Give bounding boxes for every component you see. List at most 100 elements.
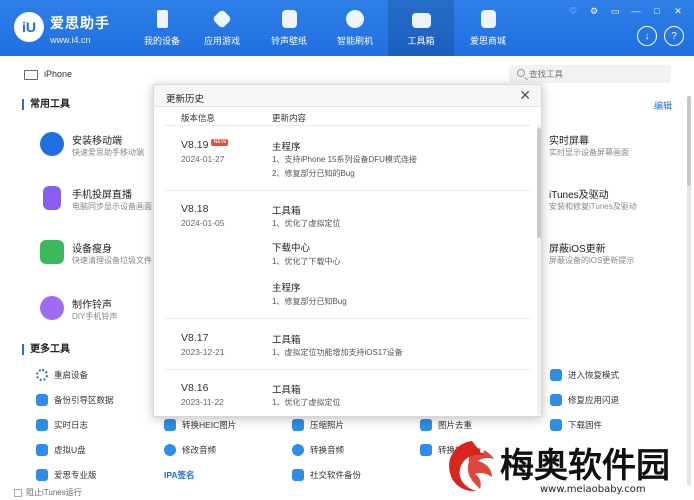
entry-version: V8.17 xyxy=(181,332,209,344)
music-file-icon xyxy=(281,10,297,28)
dialog-header: 更新历史 ✕ xyxy=(154,85,541,107)
more-tool-ipa-sign[interactable]: IPA签名 xyxy=(164,468,284,482)
nav-label: 应用游戏 xyxy=(203,36,240,46)
dragon-logo-icon xyxy=(449,441,494,492)
group-title: 工具箱 xyxy=(272,335,301,346)
nav-my-device[interactable]: 我的设备 xyxy=(129,0,195,56)
favorite-icon[interactable]: ♡ xyxy=(567,6,579,17)
app-logo-icon: iU xyxy=(14,12,44,42)
nav-label: 工具箱 xyxy=(407,36,435,46)
group-item: 2、修复部分已知的Bug xyxy=(272,169,355,178)
checkbox-label: 阻止iTunes运行 xyxy=(26,488,82,497)
more-tool-compress-photo[interactable]: 压缩照片 xyxy=(292,418,412,432)
group-item: 1、虚拟定位功能增加支持iOS17设备 xyxy=(272,348,403,357)
tool-desc: 屏蔽设备的iOS更新提示 xyxy=(549,256,635,265)
group-item: 1、优化了虚拟定位 xyxy=(272,398,341,407)
search-input[interactable] xyxy=(529,67,665,81)
nav-smart-flash[interactable]: 智能刷机 xyxy=(322,0,388,56)
close-icon[interactable]: ✕ xyxy=(519,88,531,102)
more-tool-backup-boot[interactable]: 备份引导区数据 xyxy=(36,393,156,407)
phone-icon xyxy=(156,10,168,28)
nav-apps-games[interactable]: 应用游戏 xyxy=(189,0,255,56)
more-tool-convert-audio[interactable]: 转换音频 xyxy=(292,443,412,457)
new-badge: NEW xyxy=(211,139,229,146)
checkbox-box[interactable] xyxy=(14,488,22,497)
nav-store[interactable]: 爱思商城 xyxy=(455,0,521,56)
more-tool-label: 实时日志 xyxy=(54,420,89,430)
tool-title: 制作铃声 xyxy=(72,300,112,311)
maximize-button[interactable]: □ xyxy=(651,6,663,17)
nav-label: 铃声壁纸 xyxy=(270,36,307,46)
tool-desc: 安装和修复iTunes及驱动 xyxy=(549,202,637,211)
more-tool-social-backup[interactable]: 社交软件备份 xyxy=(292,468,412,482)
more-tool-dedupe-image[interactable]: 图片去重 xyxy=(420,418,540,432)
more-tool-virtual-usb[interactable]: 虚拟U盘 xyxy=(36,443,156,457)
minimize-button[interactable]: — xyxy=(630,6,642,17)
fix-app-icon xyxy=(550,394,562,406)
more-tool-label: 爱思专业版 xyxy=(54,470,97,480)
dialog-title: 更新历史 xyxy=(166,94,205,105)
tool-title: 屏蔽iOS更新 xyxy=(549,244,606,255)
column-header-content: 更新内容 xyxy=(272,113,307,123)
flash-icon xyxy=(346,10,364,28)
more-tool-pro-edition[interactable]: 爱思专业版 xyxy=(36,468,156,482)
more-tools-title: 更多工具 xyxy=(22,344,70,355)
more-tool-recovery-mode[interactable]: 进入恢复模式 xyxy=(550,368,670,382)
more-tool-download-firmware[interactable]: 下载固件 xyxy=(550,418,670,432)
skin-icon[interactable]: ▭ xyxy=(609,6,621,17)
close-window-button[interactable]: ✕ xyxy=(672,6,684,17)
divider xyxy=(164,318,530,319)
block-itunes-checkbox[interactable]: 阻止iTunes运行 xyxy=(14,487,82,498)
tool-title: 设备瘦身 xyxy=(72,244,112,255)
group-title: 工具箱 xyxy=(272,385,301,396)
audio-convert-icon xyxy=(292,444,304,456)
dialog-scrollbar[interactable] xyxy=(537,125,541,415)
tool-title: 实时屏幕 xyxy=(549,136,589,147)
backup-icon xyxy=(36,394,48,406)
compress-icon xyxy=(292,419,304,431)
dialog-scrollbar-thumb[interactable] xyxy=(537,128,541,238)
nav-ringtones-wallpapers[interactable]: 铃声壁纸 xyxy=(256,0,322,56)
download-arrow-icon: ↓ xyxy=(644,30,650,42)
usb-icon xyxy=(36,444,48,456)
more-tool-label: 下载固件 xyxy=(568,420,603,430)
app-url: www.i4.cn xyxy=(50,35,91,45)
social-backup-icon xyxy=(292,469,304,481)
main-scrollbar[interactable] xyxy=(687,96,691,486)
nav-label: 爱思商城 xyxy=(469,36,506,46)
group-item: 1、支持iPhone 15系列设备DFU模式连接 xyxy=(272,155,417,164)
entry-date: 2024-01-05 xyxy=(181,218,225,228)
music-note-icon xyxy=(40,296,64,320)
tool-search xyxy=(509,65,671,83)
settings-icon[interactable]: ⚙ xyxy=(588,6,600,17)
tool-title: iTunes及驱动 xyxy=(549,190,609,201)
main-scrollbar-thumb[interactable] xyxy=(687,96,691,186)
more-tool-reboot[interactable]: 重启设备 xyxy=(36,368,156,382)
group-title: 主程序 xyxy=(272,142,301,153)
nav-toolbox[interactable]: 工具箱 xyxy=(388,0,454,56)
help-icon: ? xyxy=(671,30,677,42)
divider xyxy=(164,369,530,370)
phone-screen-icon xyxy=(43,186,61,210)
tool-realtime-screen[interactable]: 实时屏幕 实时显示设备屏幕画面 xyxy=(549,130,694,164)
firmware-icon xyxy=(550,419,562,431)
help-button[interactable]: ? xyxy=(664,26,684,46)
window-controls: ♡ ⚙ ▭ — □ ✕ xyxy=(567,6,684,17)
more-tool-label: 社交软件备份 xyxy=(310,470,362,480)
tool-block-ios-update[interactable]: 屏蔽iOS更新 屏蔽设备的iOS更新提示 xyxy=(549,238,694,272)
more-tool-fix-crash[interactable]: 修复应用闪退 xyxy=(550,393,670,407)
download-button[interactable]: ↓ xyxy=(637,26,657,46)
group-title: 主程序 xyxy=(272,283,301,294)
more-tool-edit-audio[interactable]: 修改音频 xyxy=(164,443,284,457)
device-name[interactable]: iPhone xyxy=(44,69,72,79)
more-tool-realtime-log[interactable]: 实时日志 xyxy=(36,418,156,432)
tool-itunes-driver[interactable]: iTunes及驱动 安装和修复iTunes及驱动 xyxy=(549,184,694,218)
more-tool-heic[interactable]: 转换HEIC图片 xyxy=(164,418,284,432)
tool-desc: 实时显示设备屏幕画面 xyxy=(549,148,629,157)
entry-date: 2024-01-27 xyxy=(181,154,225,164)
top-navigation-bar: iU 爱思助手 www.i4.cn 我的设备 应用游戏 铃声壁纸 智能刷机 工具… xyxy=(0,0,694,56)
group-item: 1、优化了下载中心 xyxy=(272,257,341,266)
tool-desc: DIY手机铃声 xyxy=(72,312,118,321)
edit-button[interactable]: 编辑 xyxy=(654,99,672,112)
version-label: V8.19 xyxy=(181,139,209,151)
